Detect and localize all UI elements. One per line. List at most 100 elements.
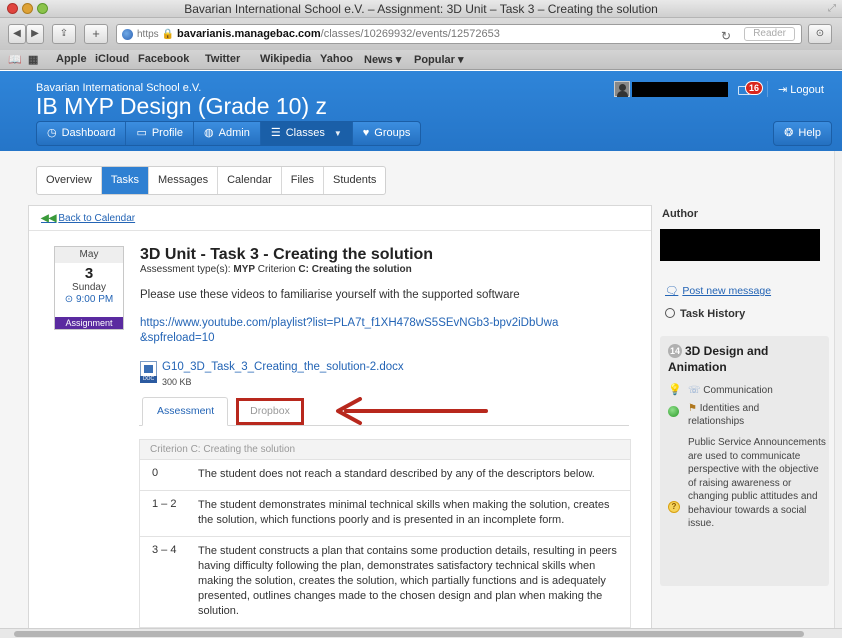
fullscreen-icon[interactable]: ⤢ — [828, 3, 836, 14]
criteria-heading: Criterion C: Creating the solution — [140, 440, 630, 460]
class-tabs: Overview Tasks Messages Calendar Files S… — [36, 166, 387, 195]
nav-groups[interactable]: ♥ Groups — [353, 122, 421, 145]
main-nav: ◷ Dashboard ▭ Profile ◍ Admin ☰ Classes ▼ ♥ Gr… — [36, 121, 422, 146]
forward-button[interactable]: ▶ — [26, 24, 44, 44]
post-new-message-link[interactable]: 🗨 Post new message — [665, 284, 771, 297]
add-bookmark-button[interactable]: + — [84, 24, 108, 44]
url-path: /classes/10269932/events/12572653 — [320, 28, 500, 40]
bookmark-twitter[interactable]: Twitter — [205, 53, 240, 65]
globe-icon: ◍ — [204, 127, 214, 139]
due-weekday: Sunday — [72, 282, 106, 293]
globe-context-icon — [668, 406, 679, 417]
tab-dropbox[interactable]: Dropbox — [236, 398, 304, 425]
profile-card-icon: ▭ — [136, 127, 147, 139]
tab-tasks[interactable]: Tasks — [101, 167, 149, 194]
avatar[interactable] — [614, 81, 630, 97]
bookmark-facebook[interactable]: Facebook — [138, 53, 189, 65]
doc-icon-badge: DOC — [140, 376, 157, 383]
doc-icon-emblem — [144, 365, 153, 373]
tab-files[interactable]: Files — [282, 167, 324, 194]
playlist-link[interactable]: https://www.youtube.com/playlist?list=PL… — [140, 316, 560, 346]
back-button[interactable]: ◀ — [8, 24, 26, 44]
back-to-calendar-link[interactable]: ◀◀ Back to Calendar — [41, 213, 135, 224]
attachment-name[interactable]: G10_3D_Task_3_Creating_the_solution-2.do… — [162, 361, 404, 373]
nav-admin[interactable]: ◍ Admin — [194, 122, 261, 145]
post-new-message-label: Post new message — [682, 285, 772, 297]
nav-profile[interactable]: ▭ Profile — [126, 122, 195, 145]
bookmark-yahoo[interactable]: Yahoo — [320, 53, 353, 65]
reading-list-icon[interactable]: 📖 — [8, 53, 22, 66]
reader-button[interactable]: Reader — [744, 27, 795, 41]
task-description: Please use these videos to familiarise y… — [140, 289, 520, 301]
help-label: Help — [798, 127, 821, 139]
author-heading: Author — [662, 208, 699, 220]
nav-groups-label: Groups — [374, 127, 411, 139]
bookmark-wikipedia[interactable]: Wikipedia — [260, 53, 311, 65]
key-concept: 💡 ☏ Communication — [668, 384, 818, 397]
assessment-type: Assessment type(s): MYP Criterion C: Cre… — [140, 264, 412, 275]
class-title: IB MYP Design (Grade 10) z — [36, 93, 328, 119]
site-header: Bavarian International School e.V. IB MY… — [0, 71, 842, 151]
address-bar[interactable]: https 🔒 bavarianis.managebac.com/classes… — [116, 24, 802, 44]
due-day: 3 — [84, 265, 94, 282]
due-date-card: May 3 Sunday ⊙ 9:00 PM Assignment — [54, 246, 124, 330]
help-button[interactable]: ❂ Help — [773, 121, 832, 146]
dashboard-icon: ◷ — [47, 127, 57, 139]
annotation-arrow-icon — [336, 397, 488, 425]
nav-admin-label: Admin — [218, 127, 250, 139]
tab-calendar[interactable]: Calendar — [218, 167, 282, 194]
minimize-window-button[interactable] — [22, 3, 33, 14]
bookmark-popular[interactable]: Popular ▾ — [414, 53, 464, 66]
due-month: May — [55, 247, 123, 263]
username-redacted[interactable] — [632, 82, 728, 97]
share-button[interactable]: ⇪ — [52, 24, 76, 44]
bookmark-news[interactable]: News ▾ — [364, 53, 401, 66]
task-title: 3D Unit - Task 3 - Creating the solution — [140, 246, 434, 263]
criteria-score: 0 — [152, 467, 159, 479]
help-icon: ❂ — [784, 127, 794, 139]
due-time-label: 9:00 PM — [75, 294, 114, 305]
unit-title[interactable]: 14 3D Design and Animation — [668, 343, 824, 375]
tab-messages[interactable]: Messages — [149, 167, 219, 194]
notifications[interactable]: 16 — [738, 81, 764, 99]
table-row: 1 – 2 The student demonstrates minimal t… — [140, 491, 630, 537]
tab-assessment[interactable]: Assessment — [142, 397, 228, 426]
criteria-table: Criterion C: Creating the solution 0 The… — [139, 439, 631, 638]
zoom-window-button[interactable] — [37, 3, 48, 14]
tab-overview[interactable]: Overview — [37, 167, 102, 194]
vertical-scrollbar[interactable] — [834, 151, 842, 638]
criteria-score: 3 – 4 — [152, 544, 177, 556]
reload-icon[interactable]: ↻ — [721, 27, 731, 43]
avatar-head — [619, 84, 626, 91]
back-row: ◀◀ Back to Calendar — [29, 206, 651, 231]
history-clock-icon — [665, 308, 675, 318]
task-history-link[interactable]: Task History — [665, 308, 745, 320]
lightbulb-icon: 💡 — [668, 384, 682, 396]
logout-icon: ⇥ — [778, 84, 791, 96]
criteria-descriptor: The student constructs a plan that conta… — [198, 545, 617, 617]
url-scheme: https — [137, 29, 159, 40]
list-icon: ☰ — [270, 127, 281, 139]
bookmark-apple[interactable]: Apple — [56, 53, 87, 65]
author-name-redacted[interactable] — [660, 229, 820, 261]
nav-dashboard[interactable]: ◷ Dashboard — [37, 122, 127, 145]
nav-classes[interactable]: ☰ Classes ▼ — [260, 122, 353, 145]
horizontal-scroll-thumb[interactable] — [14, 631, 804, 637]
bookmark-icloud[interactable]: iCloud — [95, 53, 129, 65]
top-sites-icon[interactable]: ▦ — [28, 53, 38, 66]
nav-dashboard-label: Dashboard — [61, 127, 116, 139]
key-concept-label: Communication — [703, 385, 773, 396]
tab-students[interactable]: Students — [324, 167, 385, 194]
logout-link[interactable]: ⇥ Logout — [778, 83, 824, 96]
global-context: ⚑ Identities and relationships — [668, 402, 818, 428]
window-title: Bavarian International School e.V. – Ass… — [184, 2, 658, 16]
lock-icon: 🔒 — [161, 29, 177, 40]
statement-of-inquiry: Public Service Announcements are used to… — [688, 437, 826, 529]
question-icon: ? — [668, 501, 680, 513]
close-window-button[interactable] — [7, 3, 18, 14]
notification-count-badge: 16 — [745, 81, 764, 95]
due-time: ⊙ 9:00 PM — [55, 294, 123, 305]
horizontal-scrollbar[interactable] — [0, 628, 842, 638]
window-titlebar: Bavarian International School e.V. – Ass… — [0, 0, 842, 18]
downloads-button[interactable]: ⊙ — [808, 24, 832, 44]
